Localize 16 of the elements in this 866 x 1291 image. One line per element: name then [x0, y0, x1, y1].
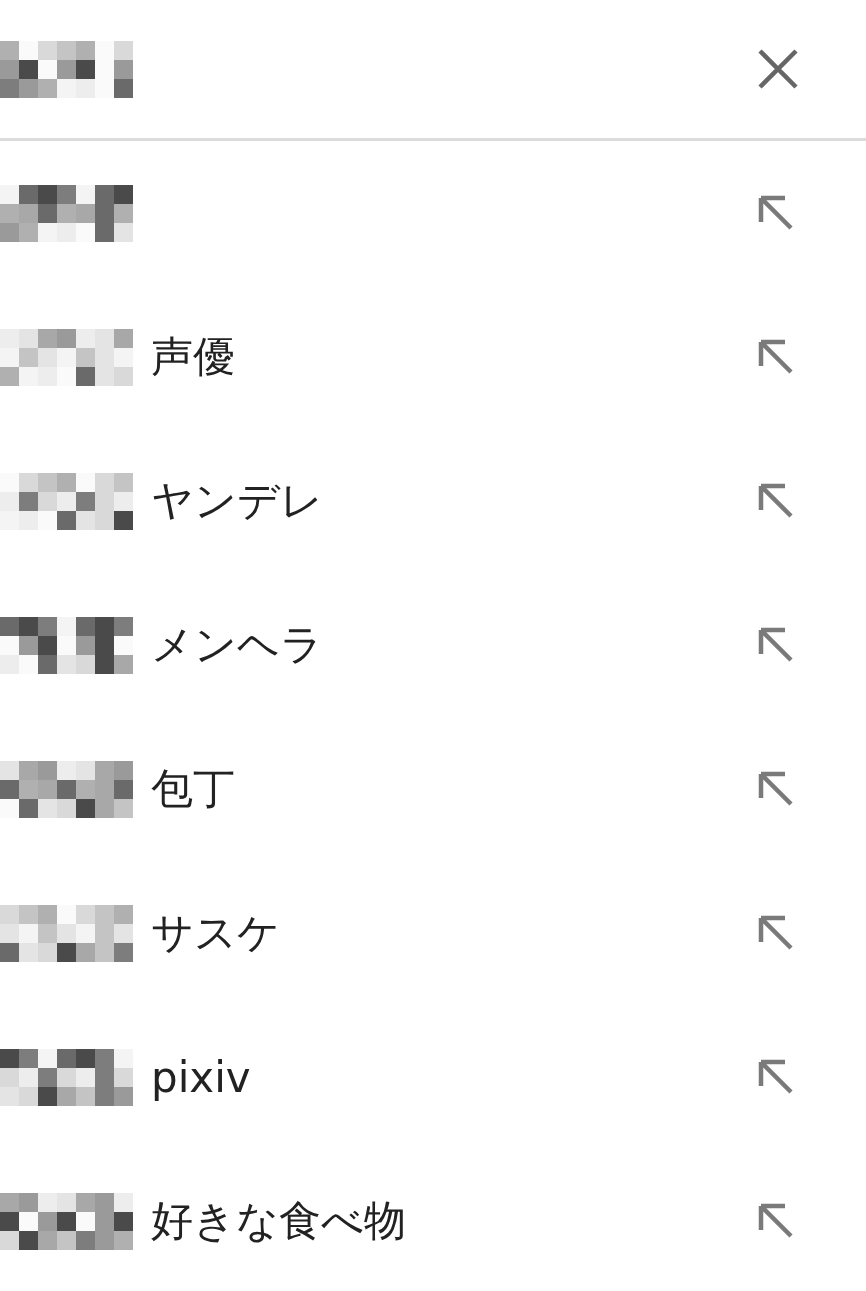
suggestion-text[interactable]: 包丁: [151, 761, 235, 817]
arrow-up-left-icon[interactable]: [757, 626, 795, 664]
suggestion-text[interactable]: ヤンデレ: [151, 473, 323, 529]
arrow-up-left-icon[interactable]: [757, 482, 795, 520]
arrow-up-left-icon[interactable]: [757, 1058, 795, 1096]
arrow-up-left-icon[interactable]: [757, 1202, 795, 1240]
arrow-up-left-icon[interactable]: [757, 194, 795, 232]
arrow-up-left-icon[interactable]: [757, 914, 795, 952]
arrow-up-left-icon[interactable]: [757, 770, 795, 808]
suggestion-text[interactable]: pixiv: [151, 1052, 251, 1102]
suggestion-text[interactable]: 声優: [151, 329, 235, 385]
suggestion-text[interactable]: サスケ: [151, 905, 280, 961]
close-icon[interactable]: [756, 47, 800, 91]
suggestion-text[interactable]: メンヘラ: [151, 617, 323, 673]
arrow-up-left-icon[interactable]: [757, 338, 795, 376]
suggestion-text[interactable]: 好きな食べ物: [151, 1193, 406, 1249]
